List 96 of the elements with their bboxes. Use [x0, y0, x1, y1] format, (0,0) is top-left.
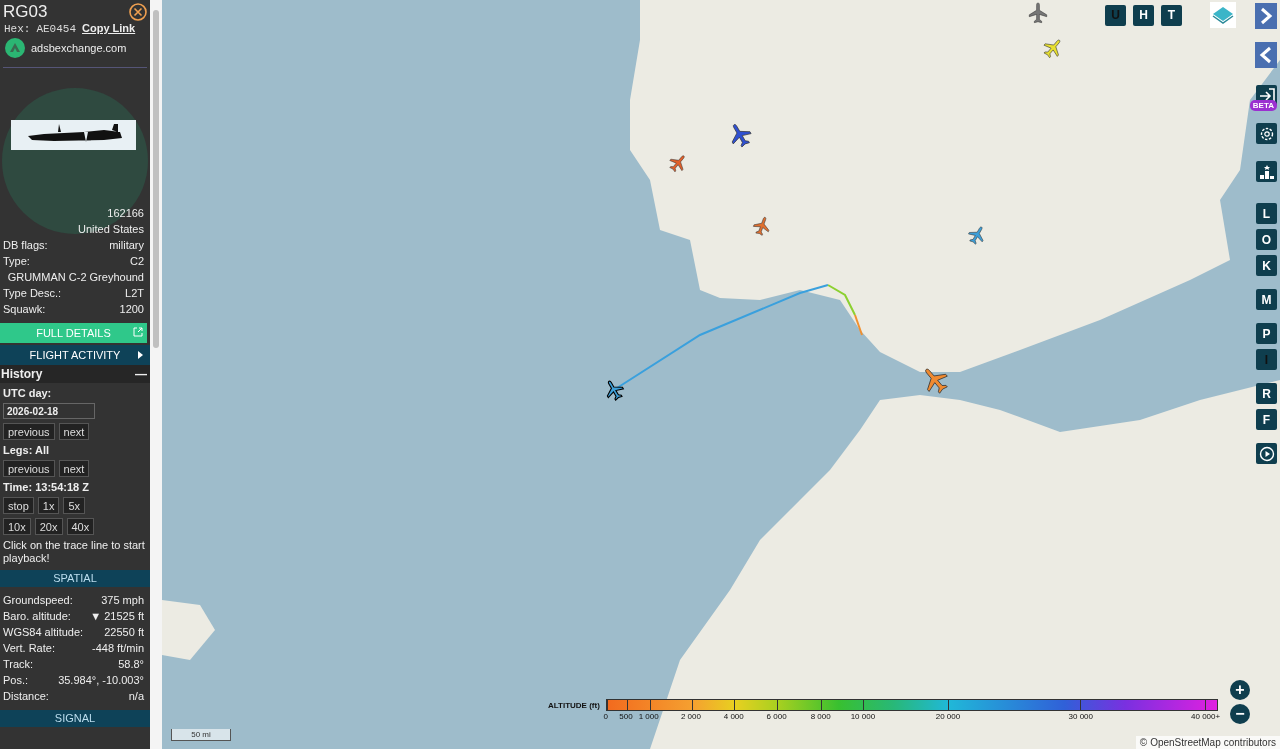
- map-toggle-button[interactable]: F: [1256, 409, 1277, 430]
- map-toggle-button[interactable]: R: [1256, 383, 1277, 404]
- close-button[interactable]: [129, 3, 147, 21]
- flight-activity-button[interactable]: FLIGHT ACTIVITY: [0, 345, 150, 365]
- source-link[interactable]: adsbexchange.com: [31, 42, 127, 54]
- chevron-left-icon: [1259, 46, 1273, 64]
- next-button[interactable]: [1255, 3, 1277, 29]
- spatial-value: -448 ft/min: [92, 642, 144, 654]
- altitude-tick-label: 6 000: [766, 712, 787, 721]
- altitude-tick-label: 2 000: [680, 712, 701, 721]
- altitude-legend-title: ALTITUDE (ft): [548, 701, 600, 712]
- utc-day-label: UTC day:: [3, 387, 52, 399]
- settings-button[interactable]: [1256, 123, 1277, 144]
- detail-value: C2: [129, 255, 144, 267]
- collapse-button[interactable]: —: [135, 367, 147, 381]
- date-field[interactable]: 2026-02-18: [3, 403, 95, 419]
- leg-nav-button[interactable]: previous: [3, 460, 55, 477]
- spatial-value: 22550 ft: [104, 626, 144, 638]
- detail-label: Type Desc.:: [3, 287, 62, 299]
- detail-value: United States: [77, 223, 144, 235]
- day-nav-button[interactable]: previous: [3, 423, 55, 440]
- map-toggle-button[interactable]: H: [1133, 4, 1154, 26]
- callsign: RG03: [3, 2, 48, 22]
- copy-link[interactable]: Copy Link: [82, 22, 136, 34]
- altitude-tick-label: 0: [603, 712, 609, 721]
- layers-button[interactable]: [1210, 2, 1236, 28]
- detail-label: Type:: [3, 255, 30, 267]
- map-toggle-button[interactable]: M: [1256, 289, 1277, 310]
- hex-code: AE0454: [36, 23, 76, 35]
- map-toggle-button[interactable]: P: [1256, 323, 1277, 344]
- leg-nav-button[interactable]: next: [58, 460, 90, 477]
- playback-button[interactable]: 20x: [34, 518, 63, 535]
- spatial-label: WGS84 altitude:: [3, 626, 84, 638]
- map-toggle-button[interactable]: T: [1161, 4, 1182, 26]
- spatial-label: Distance:: [3, 690, 49, 702]
- altitude-tick-label: 40 000+: [1191, 712, 1221, 721]
- external-link-icon: [133, 327, 143, 337]
- spatial-value: 375 mph: [101, 594, 144, 606]
- replay-button[interactable]: [1256, 443, 1277, 464]
- detail-value: 162166: [107, 207, 144, 219]
- scale-bar: 50 mi: [171, 729, 231, 741]
- spatial-label: Groundspeed:: [3, 594, 73, 606]
- replay-icon: [1258, 445, 1275, 462]
- hex-label: Hex:: [4, 23, 31, 35]
- attribution-text: contributors: [1223, 737, 1276, 748]
- spatial-value: n/a: [128, 690, 144, 702]
- podium-icon: [1258, 163, 1275, 180]
- chevron-right-icon: [1259, 7, 1273, 25]
- signal-header: SIGNAL: [0, 710, 150, 727]
- legs-label: Legs: All: [3, 444, 50, 456]
- map-toggle-button[interactable]: L: [1256, 203, 1277, 224]
- spatial-label: Pos.:: [3, 674, 29, 686]
- airplane-icon[interactable]: [668, 153, 688, 173]
- close-icon: [129, 3, 147, 21]
- playback-button[interactable]: 10x: [3, 518, 31, 535]
- spatial-value: 35.984°, -10.003°: [58, 674, 144, 686]
- day-nav-button[interactable]: next: [58, 423, 90, 440]
- time-label: Time: 13:54:18 Z: [3, 481, 89, 493]
- spatial-label: Vert. Rate:: [3, 642, 55, 654]
- altitude-tick-label: 30 000: [1068, 712, 1093, 721]
- playback-button[interactable]: 1x: [37, 497, 60, 514]
- map-toggle-button[interactable]: K: [1256, 255, 1277, 276]
- layers-icon: [1212, 5, 1234, 25]
- scrollbar[interactable]: [150, 0, 162, 749]
- map-toggle-button[interactable]: O: [1256, 229, 1277, 250]
- playback-button[interactable]: 40x: [66, 518, 95, 535]
- detail-value: military: [109, 239, 144, 251]
- spatial-header: SPATIAL: [0, 570, 150, 587]
- caret-icon: [138, 351, 143, 359]
- altitude-tick-label: 10 000: [850, 712, 876, 721]
- settings-icon: [1258, 125, 1275, 142]
- airplane-icon[interactable]: [1027, 2, 1049, 24]
- beta-badge: BETA: [1249, 100, 1277, 111]
- detail-value: L2T: [125, 287, 144, 299]
- openstreetmap-link[interactable]: OpenStreetMap: [1150, 737, 1221, 748]
- site-logo-icon: [5, 38, 25, 58]
- altitude-tick-label: 20 000: [935, 712, 961, 721]
- spatial-value: 58.8°: [118, 658, 144, 670]
- detail-value: 1200: [119, 303, 144, 315]
- back-button[interactable]: [1255, 42, 1277, 68]
- altitude-tick-label: 500: [619, 712, 633, 721]
- altitude-tick-label: 4 000: [723, 712, 744, 721]
- playback-button[interactable]: stop: [3, 497, 34, 514]
- playback-button[interactable]: 5x: [63, 497, 86, 514]
- history-title: History: [1, 367, 43, 381]
- altitude-tick-label: 8 000: [810, 712, 831, 721]
- copyright-symbol: ©: [1139, 737, 1148, 748]
- spatial-label: Track:: [3, 658, 34, 670]
- playback-hint: Click on the trace line to start playback!: [3, 539, 146, 565]
- detail-value: GRUMMAN C-2 Greyhound: [7, 271, 144, 283]
- spatial-value: ▼ 21525 ft: [90, 610, 144, 622]
- altitude-tick-label: 1 000: [638, 712, 659, 721]
- spatial-label: Baro. altitude:: [3, 610, 71, 622]
- detail-label: Squawk:: [3, 303, 46, 315]
- podium-button[interactable]: [1256, 161, 1277, 182]
- detail-label: DB flags:: [3, 239, 48, 251]
